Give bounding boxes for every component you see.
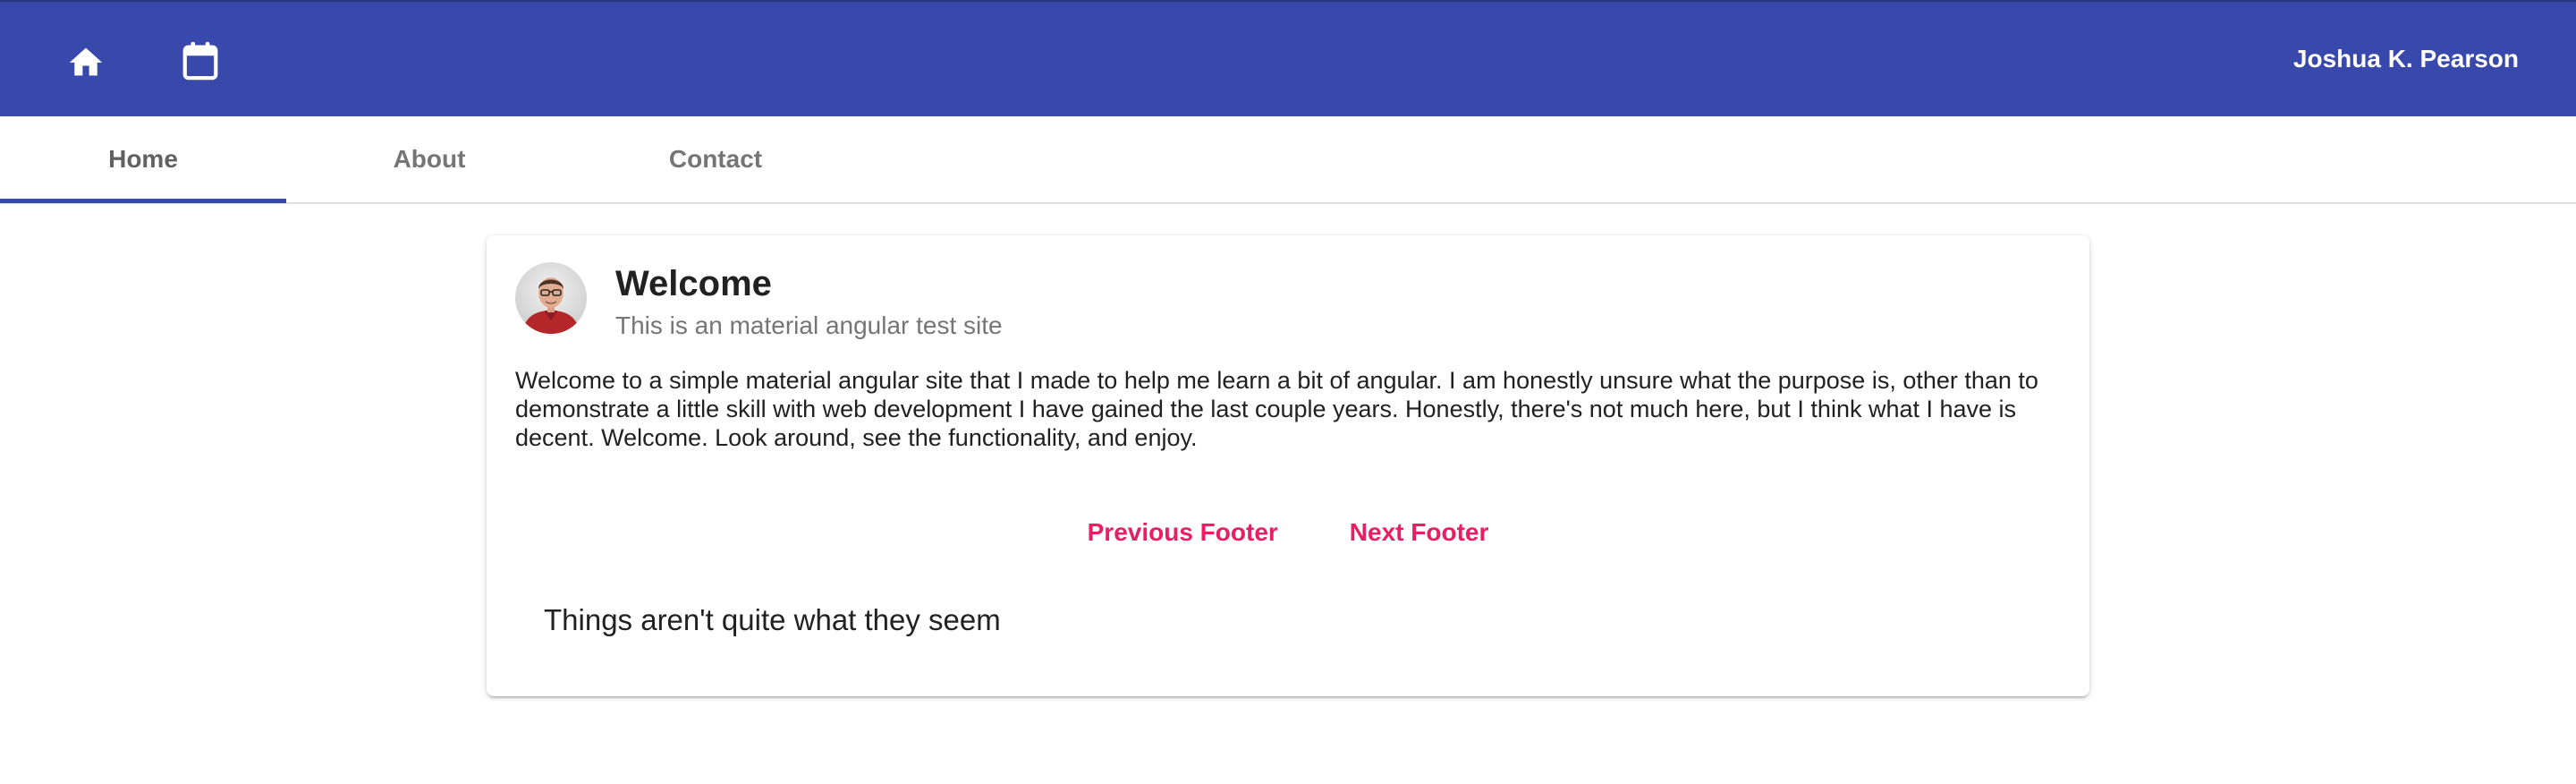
tab-label: Home <box>108 145 178 173</box>
tab-contact[interactable]: Contact <box>572 116 859 202</box>
calendar-icon <box>182 41 218 81</box>
tab-about[interactable]: About <box>286 116 572 202</box>
card-body-text: Welcome to a simple material angular sit… <box>515 367 2038 451</box>
user-name[interactable]: Joshua K. Pearson <box>2293 41 2519 77</box>
previous-footer-button[interactable]: Previous Footer <box>1088 504 1278 561</box>
home-button[interactable] <box>57 32 114 89</box>
nav-tabs: Home About Contact <box>0 116 2576 204</box>
card-footer-text: Things aren't quite what they seem <box>544 603 1001 636</box>
tab-home[interactable]: Home <box>0 116 286 202</box>
active-tab-indicator <box>0 199 286 203</box>
card-title: Welcome <box>615 264 772 303</box>
top-toolbar: Joshua K. Pearson <box>0 0 2576 116</box>
tab-label: Contact <box>668 145 763 173</box>
welcome-card: Welcome This is an material angular test… <box>487 235 2089 696</box>
tab-label: About <box>393 145 466 173</box>
home-icon <box>69 47 103 76</box>
avatar <box>515 262 587 334</box>
card-actions: Previous Footer Next Footer <box>487 504 2089 561</box>
card-subtitle: This is an material angular test site <box>615 311 1003 339</box>
next-footer-button[interactable]: Next Footer <box>1350 504 1489 561</box>
calendar-button[interactable] <box>172 32 229 89</box>
